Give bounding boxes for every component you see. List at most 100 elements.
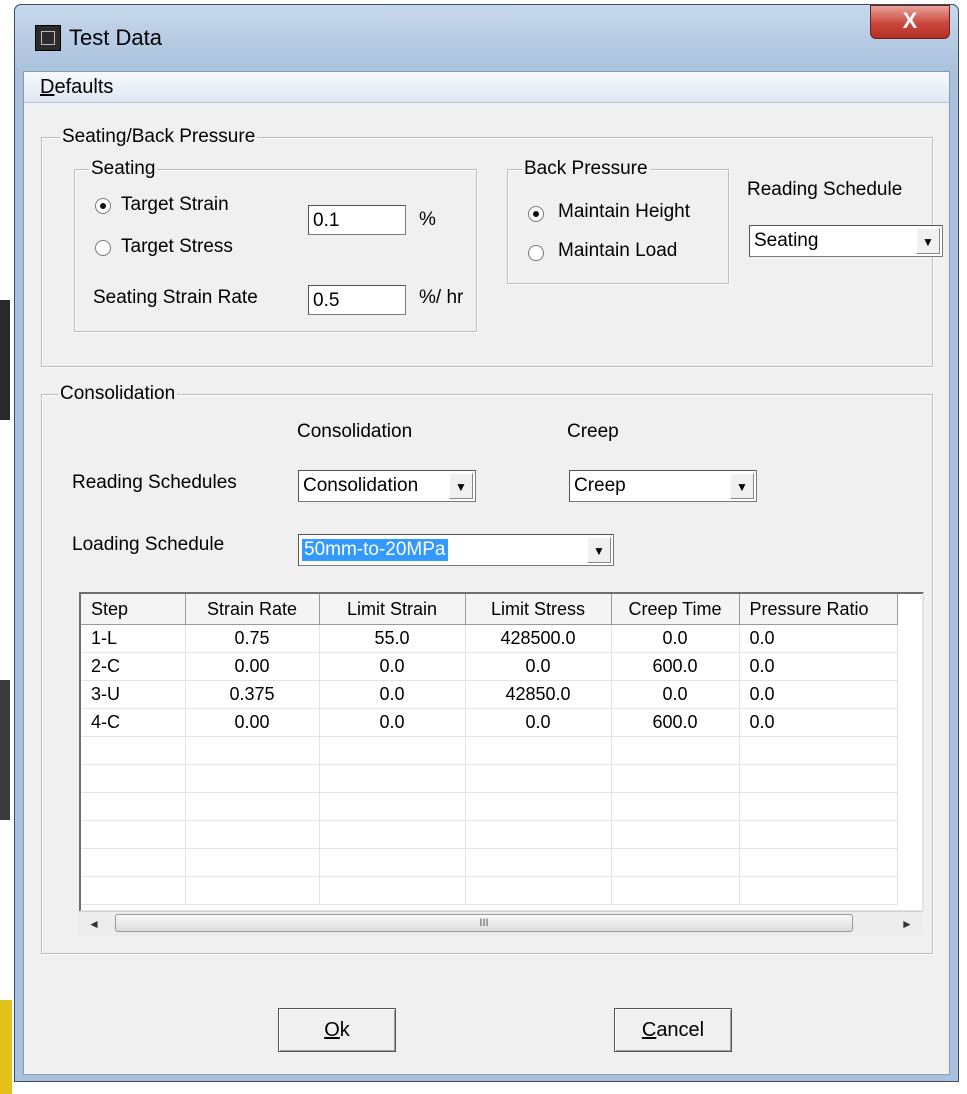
- cell-creep-time[interactable]: 600.0: [611, 708, 740, 737]
- cell-limit-strain[interactable]: 0.0: [319, 680, 466, 709]
- scroll-left-icon[interactable]: ◄: [79, 912, 109, 936]
- cell-pressure-ratio[interactable]: 0.0: [739, 680, 898, 709]
- cell-step[interactable]: [81, 764, 186, 793]
- close-button[interactable]: X: [870, 5, 950, 39]
- cell-strain-rate[interactable]: 0.75: [185, 624, 320, 653]
- cell-strain-rate[interactable]: [185, 848, 320, 877]
- table-row[interactable]: [81, 736, 898, 765]
- group-label-seating-back-pressure: Seating/Back Pressure: [60, 126, 258, 148]
- cell-pressure-ratio[interactable]: [739, 820, 898, 849]
- cell-limit-strain[interactable]: 0.0: [319, 652, 466, 681]
- cell-limit-stress[interactable]: [465, 736, 612, 765]
- cell-pressure-ratio[interactable]: [739, 764, 898, 793]
- cell-limit-stress[interactable]: 42850.0: [465, 680, 612, 709]
- column-header-limit-strain[interactable]: Limit Strain: [319, 594, 466, 625]
- cell-creep-time[interactable]: [611, 736, 740, 765]
- reading-creep-select[interactable]: Creep ▼: [569, 470, 757, 502]
- cell-pressure-ratio[interactable]: [739, 848, 898, 877]
- table-row[interactable]: 2-C 0.00 0.0 0.0 600.0 0.0: [81, 652, 898, 681]
- loading-steps-table[interactable]: Step Strain Rate Limit Strain Limit Stre…: [79, 592, 924, 912]
- table-row[interactable]: [81, 848, 898, 877]
- cell-pressure-ratio[interactable]: [739, 792, 898, 821]
- column-header-step[interactable]: Step: [81, 594, 186, 625]
- cell-strain-rate[interactable]: [185, 764, 320, 793]
- table-row[interactable]: [81, 820, 898, 849]
- scroll-thumb[interactable]: III: [115, 914, 853, 932]
- cell-limit-strain[interactable]: [319, 764, 466, 793]
- cell-limit-strain[interactable]: [319, 876, 466, 905]
- cell-creep-time[interactable]: [611, 764, 740, 793]
- cell-limit-strain[interactable]: [319, 792, 466, 821]
- column-header-pressure-ratio[interactable]: Pressure Ratio: [739, 594, 898, 625]
- chevron-down-icon[interactable]: ▼: [449, 473, 473, 499]
- cell-pressure-ratio[interactable]: [739, 876, 898, 905]
- cell-step[interactable]: [81, 736, 186, 765]
- cell-limit-stress[interactable]: [465, 876, 612, 905]
- cell-limit-strain[interactable]: [319, 848, 466, 877]
- cell-strain-rate[interactable]: [185, 876, 320, 905]
- cell-creep-time[interactable]: [611, 792, 740, 821]
- reading-schedule-select[interactable]: Seating ▼: [749, 225, 943, 257]
- target-value-input[interactable]: 0.1: [308, 205, 406, 235]
- cell-strain-rate[interactable]: [185, 792, 320, 821]
- cell-limit-stress[interactable]: [465, 848, 612, 877]
- cell-limit-stress[interactable]: 0.0: [465, 708, 612, 737]
- table-row[interactable]: [81, 876, 898, 905]
- cell-pressure-ratio[interactable]: [739, 736, 898, 765]
- cell-step[interactable]: 2-C: [81, 652, 186, 681]
- table-row[interactable]: [81, 792, 898, 821]
- cell-step[interactable]: 3-U: [81, 680, 186, 709]
- seating-strain-rate-input[interactable]: 0.5: [308, 285, 406, 315]
- reading-consolidation-select[interactable]: Consolidation ▼: [298, 470, 476, 502]
- column-header-strain-rate[interactable]: Strain Rate: [185, 594, 320, 625]
- cell-creep-time[interactable]: 600.0: [611, 652, 740, 681]
- cell-strain-rate[interactable]: 0.00: [185, 652, 320, 681]
- cell-step[interactable]: 1-L: [81, 624, 186, 653]
- menu-defaults[interactable]: Defaults: [40, 76, 113, 99]
- cell-creep-time[interactable]: [611, 820, 740, 849]
- cell-pressure-ratio[interactable]: 0.0: [739, 624, 898, 653]
- cell-creep-time[interactable]: 0.0: [611, 624, 740, 653]
- maintain-height-radio[interactable]: [528, 206, 544, 222]
- scroll-right-icon[interactable]: ►: [892, 912, 922, 936]
- cell-step[interactable]: [81, 876, 186, 905]
- cell-strain-rate[interactable]: 0.00: [185, 708, 320, 737]
- target-strain-radio[interactable]: [95, 198, 111, 214]
- cancel-button[interactable]: Cancel: [614, 1008, 732, 1052]
- cell-step[interactable]: [81, 820, 186, 849]
- cell-creep-time[interactable]: [611, 848, 740, 877]
- table-row[interactable]: [81, 764, 898, 793]
- cell-limit-strain[interactable]: 55.0: [319, 624, 466, 653]
- target-stress-radio[interactable]: [95, 240, 111, 256]
- cell-limit-stress[interactable]: 0.0: [465, 652, 612, 681]
- cell-limit-strain[interactable]: [319, 820, 466, 849]
- column-header-limit-stress[interactable]: Limit Stress: [465, 594, 612, 625]
- cell-pressure-ratio[interactable]: 0.0: [739, 708, 898, 737]
- cell-limit-strain[interactable]: [319, 736, 466, 765]
- cell-strain-rate[interactable]: [185, 736, 320, 765]
- horizontal-scrollbar[interactable]: ◄ III ►: [79, 911, 922, 935]
- cell-limit-stress[interactable]: 428500.0: [465, 624, 612, 653]
- cell-strain-rate[interactable]: 0.375: [185, 680, 320, 709]
- cell-creep-time[interactable]: 0.0: [611, 680, 740, 709]
- cell-strain-rate[interactable]: [185, 820, 320, 849]
- cell-limit-stress[interactable]: [465, 820, 612, 849]
- cell-limit-stress[interactable]: [465, 792, 612, 821]
- chevron-down-icon[interactable]: ▼: [587, 537, 611, 563]
- cell-limit-strain[interactable]: 0.0: [319, 708, 466, 737]
- chevron-down-icon[interactable]: ▼: [916, 228, 940, 254]
- cell-creep-time[interactable]: [611, 876, 740, 905]
- ok-button[interactable]: Ok: [278, 1008, 396, 1052]
- table-row[interactable]: 4-C 0.00 0.0 0.0 600.0 0.0: [81, 708, 898, 737]
- maintain-load-radio[interactable]: [528, 245, 544, 261]
- loading-schedule-select[interactable]: 50mm-to-20MPa ▼: [298, 534, 614, 566]
- cell-step[interactable]: [81, 848, 186, 877]
- chevron-down-icon[interactable]: ▼: [730, 473, 754, 499]
- table-row[interactable]: 3-U 0.375 0.0 42850.0 0.0 0.0: [81, 680, 898, 709]
- cell-pressure-ratio[interactable]: 0.0: [739, 652, 898, 681]
- cell-limit-stress[interactable]: [465, 764, 612, 793]
- column-header-creep-time[interactable]: Creep Time: [611, 594, 740, 625]
- cell-step[interactable]: 4-C: [81, 708, 186, 737]
- table-row[interactable]: 1-L 0.75 55.0 428500.0 0.0 0.0: [81, 624, 898, 653]
- cell-step[interactable]: [81, 792, 186, 821]
